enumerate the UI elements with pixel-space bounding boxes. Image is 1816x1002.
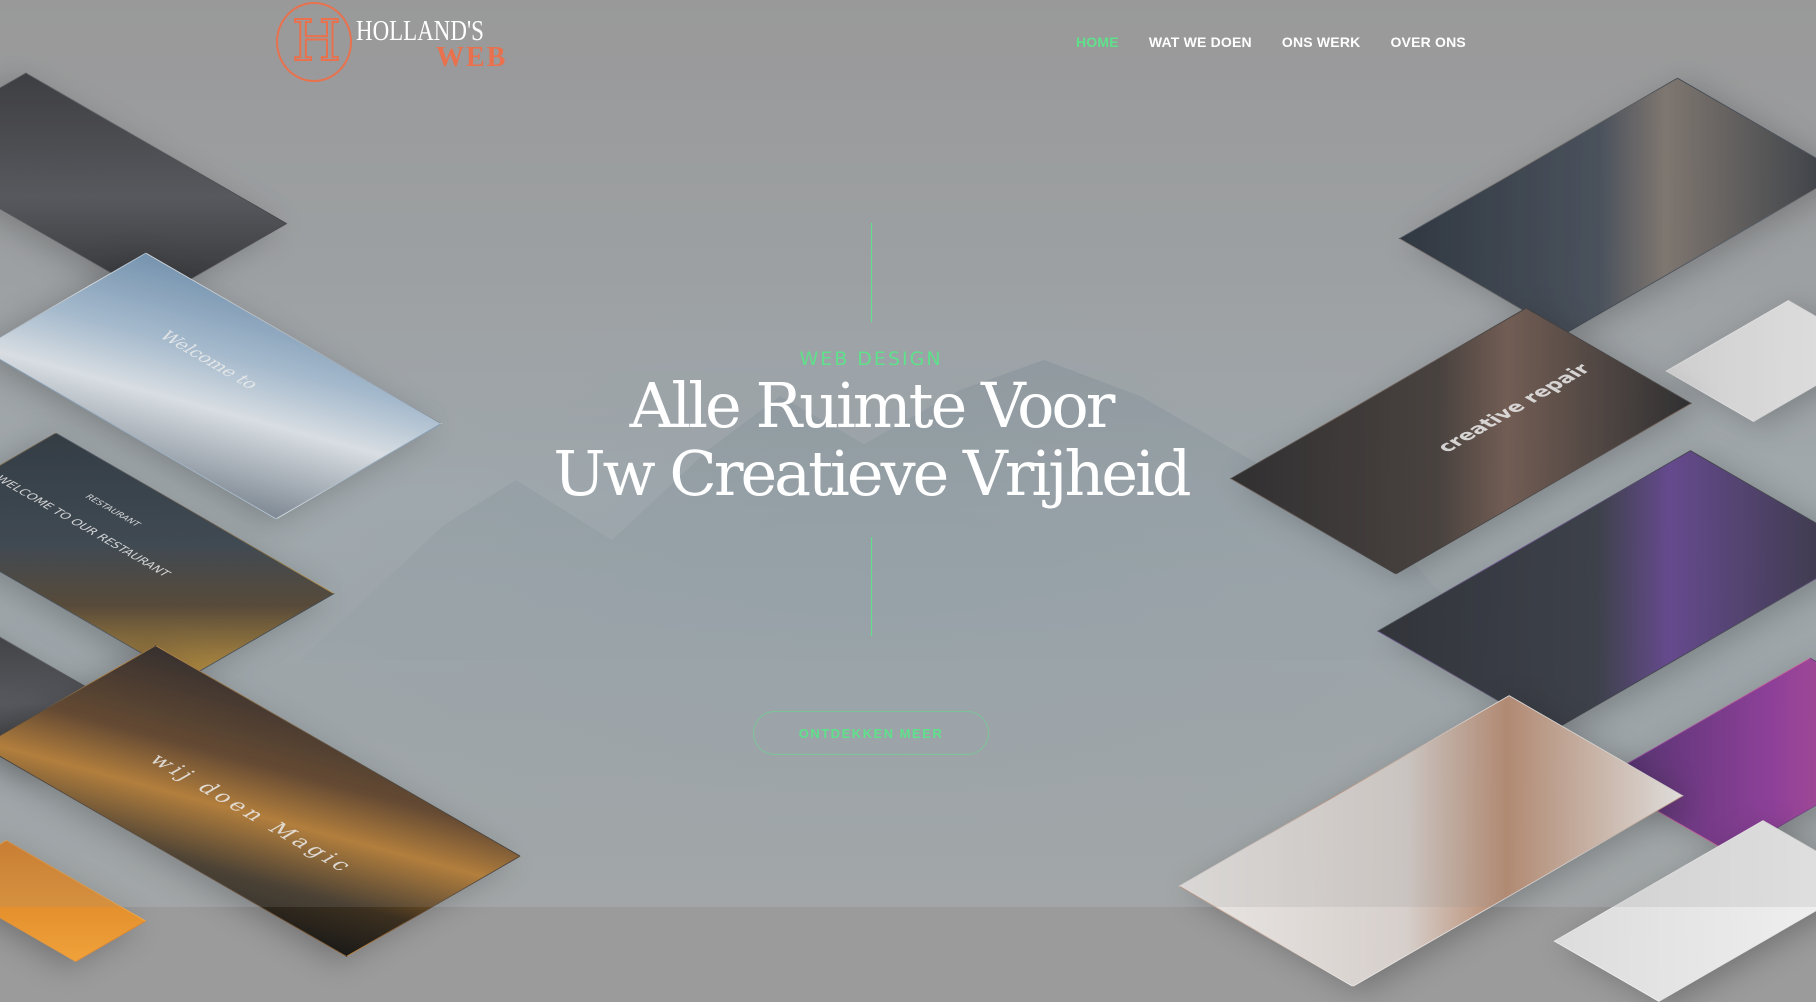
site-logo[interactable]: H HOLLAND'S WEB [276, 2, 506, 86]
nav-item-over-ons[interactable]: OVER ONS [1390, 34, 1466, 50]
hero-headline: Alle Ruimte Voor Uw Creatieve Vrijheid [0, 372, 1742, 508]
nav-item-ons-werk[interactable]: ONS WERK [1282, 34, 1361, 50]
main-nav: HOME WAT WE DOEN ONS WERK OVER ONS [1076, 34, 1466, 50]
hero-eyebrow: WEB DESIGN [799, 348, 943, 370]
nav-item-home[interactable]: HOME [1076, 34, 1119, 50]
logo-letter: H [291, 9, 342, 74]
bottom-divider-line [871, 537, 872, 636]
headline-line-2: Uw Creatieve Vrijheid [553, 437, 1191, 510]
top-divider-line [871, 223, 872, 322]
discover-more-button[interactable]: ONTDEKKEN MEER [753, 711, 989, 755]
logo-subname: WEB [436, 42, 508, 73]
headline-line-1: Alle Ruimte Voor [629, 369, 1116, 442]
nav-item-wat-we-doen[interactable]: WAT WE DOEN [1149, 34, 1252, 50]
